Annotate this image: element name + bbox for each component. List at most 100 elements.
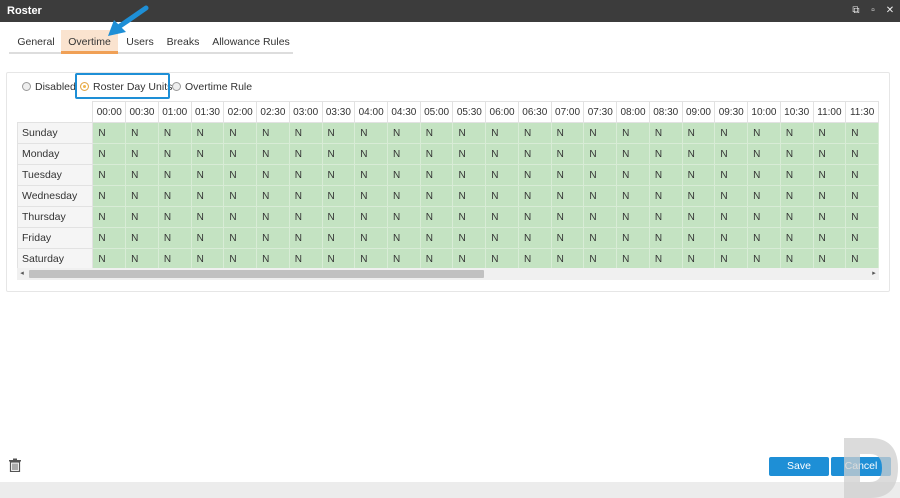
roster-cell[interactable]: N (354, 248, 388, 268)
roster-cell[interactable]: N (92, 206, 127, 228)
roster-cell[interactable]: N (157, 122, 192, 144)
tab-general[interactable]: General (11, 30, 61, 54)
roster-cell[interactable]: N (387, 227, 421, 249)
roster-cell[interactable]: N (550, 206, 585, 228)
roster-cell[interactable]: N (419, 143, 454, 165)
roster-cell[interactable]: N (256, 164, 290, 186)
roster-cell[interactable]: N (387, 206, 421, 228)
roster-cell[interactable]: N (779, 143, 814, 165)
roster-cell[interactable]: N (714, 185, 749, 207)
roster-cell[interactable]: N (747, 206, 781, 228)
roster-cell[interactable]: N (583, 143, 618, 165)
roster-cell[interactable]: N (354, 206, 388, 228)
roster-cell[interactable]: N (550, 164, 585, 186)
roster-cell[interactable]: N (485, 143, 519, 165)
roster-cell[interactable]: N (714, 206, 749, 228)
roster-cell[interactable]: N (387, 248, 421, 268)
roster-cell[interactable]: N (779, 164, 814, 186)
roster-cell[interactable]: N (485, 248, 519, 268)
roster-cell[interactable]: N (616, 185, 650, 207)
horizontal-scrollbar[interactable]: ◂ ▸ (17, 268, 879, 280)
restore-icon[interactable]: ⧉ (850, 4, 862, 18)
save-button[interactable]: Save (769, 457, 829, 476)
roster-cell[interactable]: N (583, 185, 618, 207)
roster-cell[interactable]: N (387, 122, 421, 144)
roster-cell[interactable]: N (714, 227, 749, 249)
roster-cell[interactable]: N (256, 206, 290, 228)
roster-cell[interactable]: N (321, 122, 356, 144)
roster-cell[interactable]: N (223, 227, 258, 249)
roster-cell[interactable]: N (517, 185, 552, 207)
radio-roster-day-units[interactable]: Roster Day Units (80, 79, 172, 95)
roster-cell[interactable]: N (616, 248, 650, 268)
roster-cell[interactable]: N (845, 143, 879, 165)
roster-cell[interactable]: N (125, 122, 159, 144)
roster-cell[interactable]: N (714, 143, 749, 165)
roster-cell[interactable]: N (681, 227, 716, 249)
roster-cell[interactable]: N (485, 122, 519, 144)
roster-cell[interactable]: N (190, 206, 225, 228)
roster-cell[interactable]: N (681, 164, 716, 186)
roster-cell[interactable]: N (485, 164, 519, 186)
roster-cell[interactable]: N (583, 122, 618, 144)
roster-cell[interactable]: N (92, 227, 127, 249)
roster-cell[interactable]: N (256, 227, 290, 249)
roster-cell[interactable]: N (223, 206, 258, 228)
roster-cell[interactable]: N (583, 206, 618, 228)
roster-cell[interactable]: N (190, 164, 225, 186)
roster-cell[interactable]: N (812, 185, 847, 207)
roster-cell[interactable]: N (616, 143, 650, 165)
roster-cell[interactable]: N (845, 248, 879, 268)
roster-cell[interactable]: N (779, 206, 814, 228)
roster-cell[interactable]: N (321, 248, 356, 268)
roster-cell[interactable]: N (812, 227, 847, 249)
roster-cell[interactable]: N (288, 227, 323, 249)
roster-cell[interactable]: N (223, 122, 258, 144)
roster-cell[interactable]: N (288, 206, 323, 228)
roster-cell[interactable]: N (125, 227, 159, 249)
roster-cell[interactable]: N (747, 227, 781, 249)
roster-cell[interactable]: N (648, 164, 683, 186)
roster-cell[interactable]: N (321, 164, 356, 186)
roster-cell[interactable]: N (812, 248, 847, 268)
roster-cell[interactable]: N (648, 206, 683, 228)
roster-cell[interactable]: N (452, 164, 487, 186)
roster-cell[interactable]: N (288, 164, 323, 186)
roster-cell[interactable]: N (452, 185, 487, 207)
roster-cell[interactable]: N (321, 143, 356, 165)
roster-cell[interactable]: N (321, 185, 356, 207)
roster-cell[interactable]: N (452, 143, 487, 165)
roster-cell[interactable]: N (779, 122, 814, 144)
roster-cell[interactable]: N (583, 227, 618, 249)
roster-cell[interactable]: N (747, 248, 781, 268)
roster-cell[interactable]: N (747, 143, 781, 165)
roster-cell[interactable]: N (92, 164, 127, 186)
radio-disabled[interactable]: Disabled (22, 79, 76, 95)
roster-cell[interactable]: N (681, 143, 716, 165)
roster-cell[interactable]: N (354, 227, 388, 249)
scrollbar-thumb[interactable] (29, 270, 484, 278)
roster-cell[interactable]: N (779, 227, 814, 249)
roster-cell[interactable]: N (157, 185, 192, 207)
roster-cell[interactable]: N (517, 122, 552, 144)
roster-cell[interactable]: N (157, 206, 192, 228)
roster-cell[interactable]: N (845, 164, 879, 186)
roster-cell[interactable]: N (223, 248, 258, 268)
roster-cell[interactable]: N (125, 185, 159, 207)
roster-cell[interactable]: N (419, 206, 454, 228)
roster-cell[interactable]: N (517, 227, 552, 249)
roster-cell[interactable]: N (485, 185, 519, 207)
roster-cell[interactable]: N (354, 185, 388, 207)
roster-cell[interactable]: N (550, 248, 585, 268)
roster-cell[interactable]: N (92, 122, 127, 144)
roster-cell[interactable]: N (845, 122, 879, 144)
roster-cell[interactable]: N (583, 164, 618, 186)
roster-cell[interactable]: N (714, 122, 749, 144)
roster-cell[interactable]: N (157, 164, 192, 186)
roster-cell[interactable]: N (616, 122, 650, 144)
roster-cell[interactable]: N (125, 164, 159, 186)
scroll-left-icon[interactable]: ◂ (17, 268, 27, 280)
roster-cell[interactable]: N (812, 143, 847, 165)
roster-cell[interactable]: N (747, 164, 781, 186)
roster-cell[interactable]: N (419, 227, 454, 249)
